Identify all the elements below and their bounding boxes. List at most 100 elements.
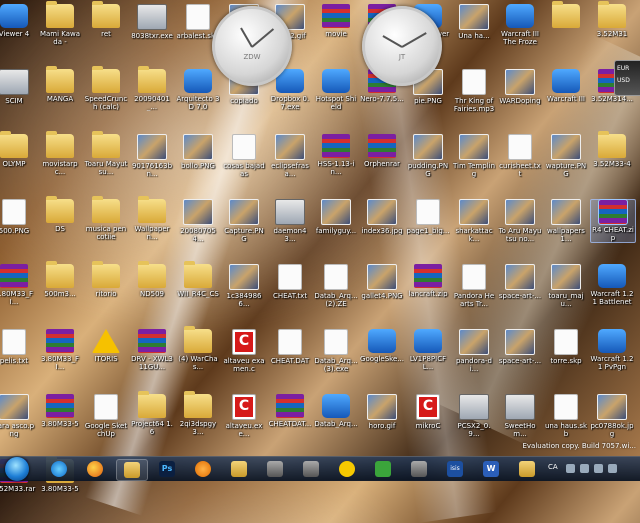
desktop-icon[interactable]: [544, 1, 588, 30]
desktop-icon[interactable]: CHEATDAT...: [268, 394, 312, 428]
desktop-icon[interactable]: ND509: [130, 261, 174, 298]
desktop-icon[interactable]: mikroC: [406, 394, 450, 430]
taskbar-button[interactable]: [80, 459, 110, 479]
desktop-icon[interactable]: pc0788ok.jpg: [590, 394, 634, 438]
desktop-icon[interactable]: 8038txr.exe: [130, 4, 174, 40]
desktop-icon[interactable]: Datab_Arq... (3).exe: [314, 329, 358, 373]
desktop-icon[interactable]: bollo.PNG: [176, 134, 220, 170]
desktop-icon[interactable]: curisheet.txt: [498, 134, 542, 178]
tray-network-icon[interactable]: [580, 464, 589, 473]
desktop-icon[interactable]: MANGA: [38, 66, 82, 103]
desktop-icon[interactable]: Viewer 4: [0, 4, 36, 38]
desktop-icon[interactable]: ret: [84, 1, 128, 38]
tray-arrow-icon[interactable]: [566, 464, 575, 473]
desktop-icon[interactable]: Toaru Mayutsu...: [84, 131, 128, 176]
taskbar-button[interactable]: [116, 459, 148, 481]
desktop-icon[interactable]: Datab_Arq...: [314, 394, 358, 428]
clock-gadget-2[interactable]: JT: [362, 6, 442, 86]
desktop-icon[interactable]: ITORIS: [84, 329, 128, 363]
desktop-icon[interactable]: 3.52M31: [590, 1, 634, 38]
desktop-icon[interactable]: Arquitecto 3D 7.0: [176, 69, 220, 111]
taskbar-button[interactable]: isis: [440, 459, 470, 479]
desktop-icon[interactable]: movie: [314, 4, 358, 38]
desktop-icon[interactable]: altaveu.exe...: [222, 394, 266, 438]
desktop-icon[interactable]: R4 CHEAT.zip: [590, 199, 636, 243]
tray-flag-icon[interactable]: [608, 464, 617, 473]
taskbar-button[interactable]: [332, 459, 362, 479]
desktop-icon[interactable]: 20090401_...: [130, 66, 174, 111]
desktop-icon[interactable]: Thr King of Fairies.mp3: [452, 69, 496, 113]
desktop-icon[interactable]: Una ha...: [452, 4, 496, 40]
desktop-icon[interactable]: WARDoping: [498, 69, 542, 105]
desktop-icon[interactable]: Datab_Arq... (2).ZE: [314, 264, 358, 308]
desktop-icon[interactable]: Pandora Hearts Tr...: [452, 264, 496, 308]
desktop-icon[interactable]: DS: [38, 196, 82, 233]
desktop-icon[interactable]: Tim Templing: [452, 134, 496, 178]
taskbar-button[interactable]: [296, 459, 326, 479]
desktop-icon[interactable]: DRV - XWL311GU...: [130, 329, 174, 371]
desktop-icon[interactable]: (4) WarChas...: [176, 326, 220, 371]
desktop-icon[interactable]: WII_R4C_CS: [176, 261, 220, 298]
clock-gadget-1[interactable]: ZDW: [212, 6, 292, 86]
desktop-icon[interactable]: HSS-1.13-in...: [314, 134, 358, 176]
desktop-icon[interactable]: LV1P8PICFL...: [406, 329, 450, 371]
desktop-icon[interactable]: Mami Kawada -: [38, 1, 82, 46]
desktop-icon[interactable]: Warcraft III The Frozen...: [498, 4, 542, 46]
desktop-icon[interactable]: Capture.PNG: [222, 199, 266, 243]
desktop-icon[interactable]: 3.80M33-5: [38, 394, 82, 428]
desktop-icon[interactable]: CHEAT.txt: [268, 264, 312, 300]
desktop-icon[interactable]: 500m3...: [38, 261, 82, 298]
desktop-icon[interactable]: 90176163bn...: [130, 134, 174, 178]
taskbar-button[interactable]: [404, 459, 434, 479]
desktop-icon[interactable]: gallet4.PNG: [360, 264, 404, 300]
desktop-icon[interactable]: altaveu examen.c: [222, 329, 266, 373]
desktop-icon[interactable]: SCIM: [0, 69, 36, 105]
desktop-icon[interactable]: 3.80M33_FI...: [0, 264, 36, 306]
desktop-icon[interactable]: GoogleSke...: [360, 329, 404, 363]
desktop-icon[interactable]: 3.52M33-4: [590, 131, 634, 168]
taskbar-button[interactable]: [260, 459, 290, 479]
desktop-icon[interactable]: ritorio: [84, 261, 128, 298]
desktop-icon[interactable]: horo.gif: [360, 394, 404, 430]
desktop-icon[interactable]: 200807054...: [176, 199, 220, 243]
desktop-icon[interactable]: torre.skp: [544, 329, 588, 365]
desktop-icon[interactable]: movistarpc...: [38, 131, 82, 176]
desktop-icon[interactable]: SpeedCrunch (calc): [84, 66, 128, 111]
desktop-icon[interactable]: eclipsefrasa...: [268, 134, 312, 178]
desktop[interactable]: Viewer 4 Mami Kawada - ret 8038txr.exe arbal…: [0, 0, 640, 493]
desktop-icon[interactable]: Wallpapern...: [130, 196, 174, 241]
desktop-icon[interactable]: Warcraft 1.21 Battlenet: [590, 264, 634, 306]
taskbar-button[interactable]: [512, 459, 542, 479]
taskbar-button[interactable]: [188, 459, 218, 479]
desktop-icon[interactable]: familyguy...: [314, 199, 358, 235]
desktop-icon[interactable]: lancraft.zip: [406, 264, 450, 298]
desktop-icon[interactable]: Google SketchUp: [84, 394, 128, 438]
desktop-icon[interactable]: 3.80M33_FI...: [38, 329, 82, 371]
desktop-icon[interactable]: Warcraft 1.21 PvPgn: [590, 329, 634, 371]
desktop-icon[interactable]: cara asco.png: [0, 394, 36, 438]
desktop-icon[interactable]: Warcraft III: [544, 69, 588, 103]
desktop-icon[interactable]: pudding.PNG: [406, 134, 450, 178]
desktop-icon[interactable]: space-art-...: [498, 329, 542, 365]
desktop-icon[interactable]: sharkattack...: [452, 199, 496, 243]
desktop-icon[interactable]: musica pen cotiie: [84, 196, 128, 241]
desktop-icon[interactable]: 500.PNG: [0, 199, 36, 235]
desktop-icon[interactable]: space-art-...: [498, 264, 542, 300]
taskbar-button[interactable]: [224, 459, 254, 479]
desktop-icon[interactable]: wapture.PNG: [544, 134, 588, 178]
desktop-icon[interactable]: Orphenrar: [360, 134, 404, 168]
desktop-icon[interactable]: wallpapers1...: [544, 199, 588, 243]
desktop-icon[interactable]: Hotspot Shield: [314, 69, 358, 111]
desktop-icon[interactable]: daemon43...: [268, 199, 312, 243]
taskbar-button[interactable]: [44, 459, 74, 479]
desktop-icon[interactable]: index36.jpg: [360, 199, 404, 235]
desktop-icon[interactable]: cosas bajadas: [222, 134, 266, 178]
desktop-icon[interactable]: pandora-di...: [452, 329, 496, 373]
desktop-icon[interactable]: una haus.skb: [544, 394, 588, 438]
taskbar-button[interactable]: [368, 459, 398, 479]
taskbar-button[interactable]: Ps: [152, 459, 182, 479]
currency-gadget[interactable]: EUR USD: [614, 60, 640, 96]
desktop-icon[interactable]: page1_big...: [406, 199, 450, 235]
desktop-icon[interactable]: Project64 1.6: [130, 391, 174, 436]
desktop-icon[interactable]: PCSX2_0.9...: [452, 394, 496, 438]
